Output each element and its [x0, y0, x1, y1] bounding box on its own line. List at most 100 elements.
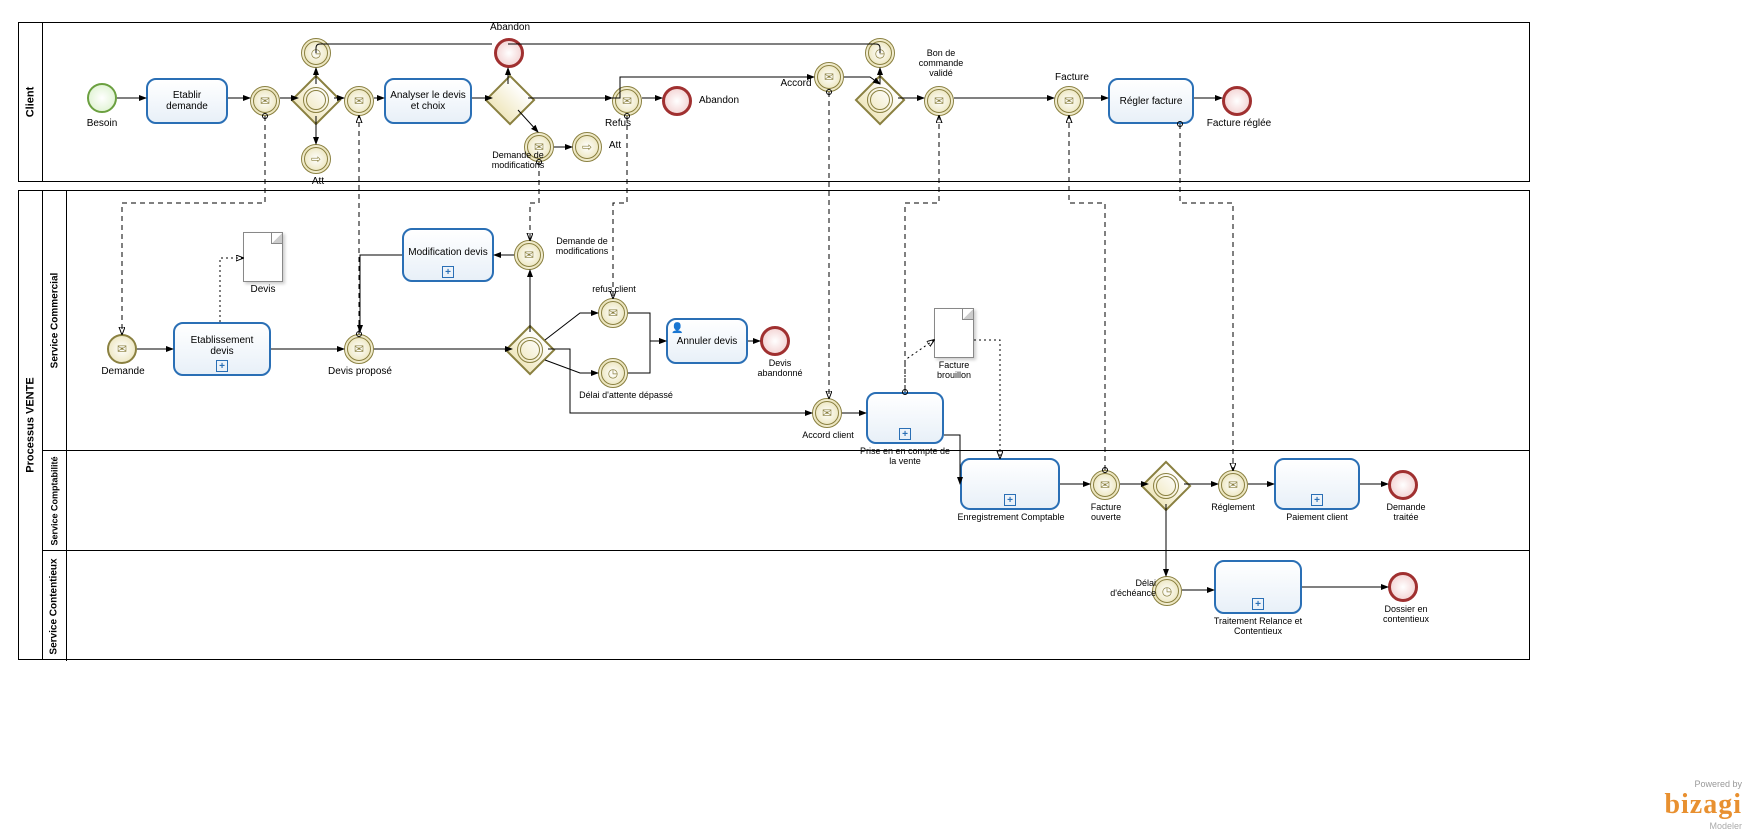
- task-regler-facture: Régler facture: [1108, 78, 1194, 124]
- pool-client-label: Client: [19, 23, 43, 181]
- watermark-powered: Powered by: [1664, 779, 1742, 789]
- user-task-icon: 👤: [671, 323, 683, 335]
- task-paiement-client: +: [1274, 458, 1360, 510]
- event-devis-abandonne: [760, 326, 790, 356]
- lane-contentieux: Service Contentieux: [43, 551, 1529, 661]
- clock-icon: ◷: [311, 46, 321, 60]
- envelope-icon: ✉: [934, 94, 944, 108]
- task-etablissement-devis-text: Etablissement devis: [179, 335, 265, 357]
- task-analyser-devis-text: Analyser le devis et choix: [390, 90, 466, 112]
- task-traitement-relance: +: [1214, 560, 1302, 614]
- watermark: Powered by bizagi Modeler: [1664, 779, 1742, 831]
- event-devis-propose: ✉: [344, 334, 374, 364]
- event-accord-client: ✉: [812, 398, 842, 428]
- label-accord: Accord: [776, 78, 816, 89]
- task-etablir-demande-text: Etablir demande: [152, 90, 222, 112]
- label-refus-client: refus client: [584, 284, 644, 294]
- task-regler-facture-text: Régler facture: [1120, 96, 1183, 107]
- event-dossier-contentieux: [1388, 572, 1418, 602]
- doc-devis: [243, 232, 283, 282]
- event-facture-reglee: [1222, 86, 1252, 116]
- lane-contentieux-text: Service Contentieux: [49, 558, 60, 654]
- doc-facture-brouillon: [934, 308, 974, 358]
- label-dossier-contentieux: Dossier en contentieux: [1374, 604, 1438, 624]
- label-devis-propose: Devis proposé: [322, 366, 398, 377]
- event-refus-client: ✉: [598, 298, 628, 328]
- lane-contentieux-label: Service Contentieux: [43, 551, 67, 661]
- event-reglement: ✉: [1218, 470, 1248, 500]
- lane-compta-label: Service Comptabilité: [43, 451, 67, 550]
- subprocess-marker-icon: +: [1311, 494, 1323, 506]
- label-demande-traitee: Demande traitée: [1378, 502, 1434, 522]
- label-facture: Facture: [1050, 72, 1094, 83]
- envelope-icon: ✉: [117, 342, 127, 356]
- envelope-icon: ✉: [1064, 94, 1074, 108]
- task-annuler-devis: Annuler devis👤: [666, 318, 748, 364]
- clock-icon: ◷: [875, 46, 885, 60]
- label-att2: Att: [604, 140, 626, 151]
- event-delai-echeance: ◷: [1152, 576, 1182, 606]
- envelope-icon: ✉: [822, 406, 832, 420]
- envelope-icon: ✉: [824, 70, 834, 84]
- event-bon-commande: ✉: [924, 86, 954, 116]
- lane-commercial: Service Commercial: [43, 191, 1529, 451]
- label-facture-reglee: Facture réglée: [1204, 118, 1274, 129]
- event-msg-devis-recv: ✉: [344, 86, 374, 116]
- task-analyser-devis: Analyser le devis et choix: [384, 78, 472, 124]
- label-devis-abandonne: Devis abandonné: [748, 358, 812, 378]
- label-demande-modif-client: Demande de modifications: [482, 150, 554, 170]
- label-delai-attente: Délai d'attente dépassé: [566, 390, 686, 400]
- label-att1: Att: [308, 176, 328, 187]
- pool-client-text: Client: [25, 87, 37, 118]
- subprocess-marker-icon: +: [216, 360, 228, 372]
- subprocess-marker-icon: +: [899, 428, 911, 440]
- lane-compta-text: Service Comptabilité: [50, 456, 60, 545]
- label-accord-client: Accord client: [792, 430, 864, 440]
- event-demande-traitee: [1388, 470, 1418, 500]
- event-abandon2: [662, 86, 692, 116]
- label-prise-compte: Prise en en compte de la vente: [856, 446, 954, 466]
- label-delai-echeance: Délai d'échéance: [1100, 578, 1156, 598]
- label-besoin: Besoin: [82, 118, 122, 129]
- pool-vente-text: Processus VENTE: [25, 377, 37, 472]
- label-facture-ouverte: Facture ouverte: [1078, 502, 1134, 522]
- subprocess-marker-icon: +: [1252, 598, 1264, 610]
- pool-client: Client: [18, 22, 1530, 182]
- label-devis: Devis: [244, 284, 282, 295]
- label-bon-commande: Bon de commande validé: [908, 48, 974, 78]
- event-demande-modif-sc: ✉: [514, 240, 544, 270]
- label-facture-brouillon: Facture brouillon: [922, 360, 986, 380]
- task-etablissement-devis: Etablissement devis +: [173, 322, 271, 376]
- envelope-icon: ✉: [354, 342, 364, 356]
- envelope-icon: ✉: [622, 94, 632, 108]
- label-demande: Demande: [96, 366, 150, 377]
- task-annuler-devis-text: Annuler devis: [677, 336, 738, 347]
- pool-vente-label: Processus VENTE: [19, 191, 43, 659]
- event-msg-client1: ✉: [250, 86, 280, 116]
- label-demande-modif-sc: Demande de modifications: [546, 236, 618, 256]
- envelope-icon: ✉: [1100, 478, 1110, 492]
- event-timer-client1: ◷: [301, 38, 331, 68]
- lane-commercial-label: Service Commercial: [43, 191, 67, 450]
- envelope-icon: ✉: [608, 306, 618, 320]
- event-abandon-top: [494, 38, 524, 68]
- link-arrow-icon: ⇨: [311, 152, 321, 166]
- event-facture: ✉: [1054, 86, 1084, 116]
- label-traitement-relance: Traitement Relance et Contentieux: [1200, 616, 1316, 636]
- link-arrow-icon: ⇨: [582, 140, 592, 154]
- envelope-icon: ✉: [260, 94, 270, 108]
- event-link-att2: ⇨: [572, 132, 602, 162]
- watermark-sub: Modeler: [1664, 821, 1742, 831]
- clock-icon: ◷: [608, 366, 618, 380]
- event-besoin: [87, 83, 117, 113]
- event-facture-ouverte: ✉: [1090, 470, 1120, 500]
- subprocess-marker-icon: +: [1004, 494, 1016, 506]
- label-refus: Refus: [600, 118, 636, 129]
- event-demande-start: ✉: [107, 334, 137, 364]
- clock-icon: ◷: [1162, 584, 1172, 598]
- label-reglement: Réglement: [1204, 502, 1262, 512]
- event-accord: ✉: [814, 62, 844, 92]
- watermark-logo: bizagi: [1664, 789, 1742, 821]
- label-paiement-client: Paiement client: [1270, 512, 1364, 522]
- task-modif-devis-text: Modification devis: [408, 247, 487, 258]
